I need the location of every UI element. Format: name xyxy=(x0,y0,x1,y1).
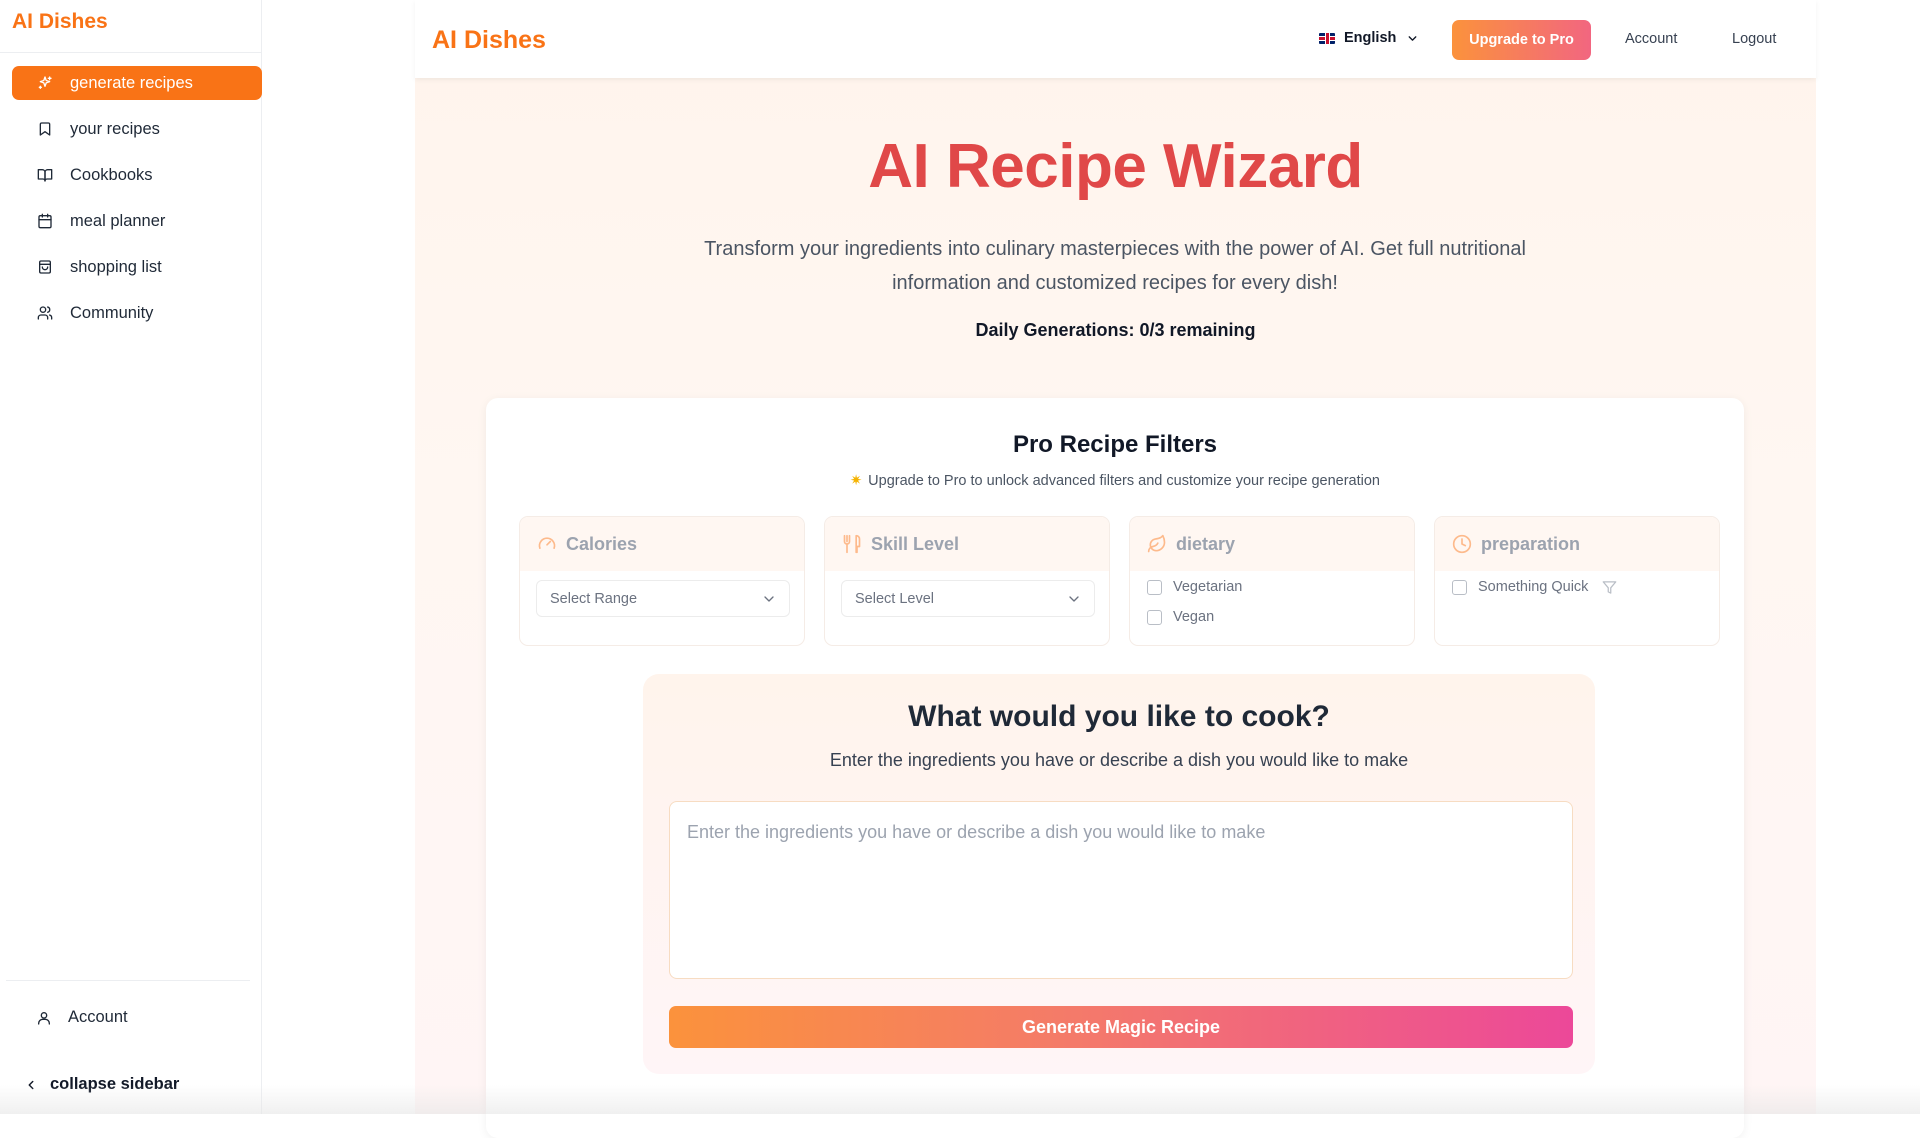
uk-flag-icon xyxy=(1319,32,1335,44)
filter-label: preparation xyxy=(1481,533,1581,554)
something-quick-checkbox[interactable]: Something Quick xyxy=(1452,579,1617,595)
filters-upgrade-note-text: Upgrade to Pro to unlock advanced filter… xyxy=(868,473,1380,489)
users-icon xyxy=(36,304,54,322)
page-title: AI Recipe Wizard xyxy=(868,132,1363,201)
filter-calories: Calories Select Range xyxy=(519,516,805,646)
sidebar-brand[interactable]: AI Dishes xyxy=(12,10,108,34)
utensils-icon xyxy=(842,534,862,554)
ingredients-input[interactable] xyxy=(669,801,1573,979)
sidebar: AI Dishes generate recipes your recipes … xyxy=(0,0,262,1114)
account-link[interactable]: Account xyxy=(1625,31,1677,47)
sidebar-item-label: generate recipes xyxy=(70,73,193,92)
collapse-sidebar-button[interactable]: collapse sidebar xyxy=(24,1075,179,1094)
cook-subtitle: Enter the ingredients you have or descri… xyxy=(829,750,1409,770)
filter-header: Skill Level xyxy=(825,517,1109,571)
sidebar-item-label: Community xyxy=(70,303,154,322)
chevron-down-icon xyxy=(1406,32,1419,45)
bookmark-icon xyxy=(36,120,54,138)
topbar: AI Dishes English Upgrade to Pro Account… xyxy=(415,0,1816,78)
language-label: English xyxy=(1344,30,1397,46)
clock-icon xyxy=(1452,534,1472,554)
leaf-icon xyxy=(1147,534,1167,554)
checkbox-label: Vegan xyxy=(1173,609,1215,625)
sidebar-item-label: your recipes xyxy=(70,119,160,138)
upgrade-to-pro-button[interactable]: Upgrade to Pro xyxy=(1452,20,1591,60)
sidebar-item-label: Cookbooks xyxy=(70,165,153,184)
sidebar-item-shopping-list[interactable]: shopping list xyxy=(12,250,262,284)
filter-label: Skill Level xyxy=(871,533,960,554)
collapse-sidebar-label: collapse sidebar xyxy=(50,1075,180,1093)
vegetarian-checkbox[interactable]: Vegetarian xyxy=(1147,579,1242,595)
sidebar-account-label: Account xyxy=(68,1008,128,1026)
book-open-icon xyxy=(36,166,54,184)
sidebar-divider xyxy=(0,52,261,53)
page-subtitle: Transform your ingredients into culinary… xyxy=(704,238,1526,294)
sparkles-icon xyxy=(36,74,54,92)
recipe-generator-card: Pro Recipe Filters ✷ Upgrade to Pro to un… xyxy=(486,398,1744,1138)
filter-label: Calories xyxy=(566,533,638,554)
topbar-brand[interactable]: AI Dishes xyxy=(432,26,546,55)
sidebar-item-meal-planner[interactable]: meal planner xyxy=(12,204,262,238)
sidebar-item-cookbooks[interactable]: Cookbooks xyxy=(12,158,262,192)
filter-header: dietary xyxy=(1130,517,1414,571)
chevron-down-icon xyxy=(761,591,777,607)
sparkle-icon: ✷ xyxy=(850,473,863,489)
calories-select[interactable]: Select Range xyxy=(536,580,790,617)
gauge-icon xyxy=(537,534,557,554)
filter-label: dietary xyxy=(1176,533,1236,554)
user-icon xyxy=(36,1010,54,1026)
checkbox-label: Something Quick xyxy=(1478,579,1589,595)
sidebar-item-label: meal planner xyxy=(70,211,166,230)
calories-select-value: Select Range xyxy=(550,590,638,607)
filters-title: Pro Recipe Filters xyxy=(1012,431,1218,458)
checkbox[interactable] xyxy=(1147,609,1162,625)
filter-icon xyxy=(1602,580,1617,595)
filter-dietary: dietary Vegetarian Vegan xyxy=(1129,516,1415,646)
sidebar-nav: generate recipes your recipes Cookbooks … xyxy=(12,66,262,342)
vegan-checkbox[interactable]: Vegan xyxy=(1147,609,1214,625)
main-content: AI Dishes English Upgrade to Pro Account… xyxy=(415,0,1816,1138)
skill-level-select-value: Select Level xyxy=(855,590,934,607)
daily-generations-counter: Daily Generations: 0/3 remaining xyxy=(975,320,1256,340)
sidebar-account[interactable]: Account xyxy=(36,1008,128,1027)
chevron-down-icon xyxy=(1066,591,1082,607)
generate-magic-recipe-button[interactable]: Generate Magic Recipe xyxy=(669,1006,1573,1048)
cook-title: What would you like to cook? xyxy=(908,700,1330,733)
checkbox[interactable] xyxy=(1452,579,1467,595)
filter-header: preparation xyxy=(1435,517,1719,571)
sidebar-divider xyxy=(6,980,250,981)
calendar-icon xyxy=(36,212,54,230)
logout-link[interactable]: Logout xyxy=(1732,31,1776,47)
sidebar-item-community[interactable]: Community xyxy=(12,296,262,330)
checkbox[interactable] xyxy=(1147,579,1162,595)
filter-preparation: preparation Something Quick xyxy=(1434,516,1720,646)
sidebar-item-your-recipes[interactable]: your recipes xyxy=(12,112,262,146)
shopping-bag-icon xyxy=(36,258,54,276)
sidebar-item-generate-recipes[interactable]: generate recipes xyxy=(12,66,262,100)
skill-level-select[interactable]: Select Level xyxy=(841,580,1095,617)
filters-upgrade-note: ✷ Upgrade to Pro to unlock advanced filte… xyxy=(486,473,1744,489)
filter-header: Calories xyxy=(520,517,804,571)
filter-skill-level: Skill Level Select Level xyxy=(824,516,1110,646)
checkbox-label: Vegetarian xyxy=(1173,579,1243,595)
cook-panel: What would you like to cook? Enter the i… xyxy=(643,674,1595,1074)
chevron-left-icon xyxy=(24,1078,38,1092)
sidebar-item-label: shopping list xyxy=(70,257,162,276)
language-selector[interactable]: English xyxy=(1319,30,1419,46)
